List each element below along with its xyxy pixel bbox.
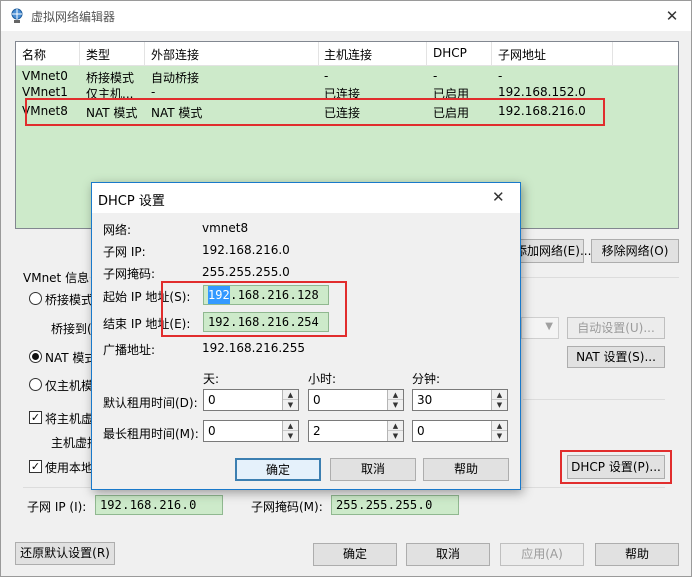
default-lease-label: 默认租用时间(D): [103,396,198,410]
chevron-down-icon: ▼ [545,321,553,332]
col-external[interactable]: 外部连接 [151,46,199,63]
max-lease-days-spinner[interactable]: 0 ▲ ▼ [203,420,299,442]
network-app-icon [11,8,23,23]
subnet-mask-label: 子网掩码(M): [251,500,323,514]
max-lease-label: 最长租用时间(M): [103,427,199,441]
default-lease-days-spinner[interactable]: 0 ▲ ▼ [203,389,299,411]
bridge-mode-label[interactable]: 桥接模式 [45,291,93,308]
remove-network-button[interactable]: 移除网络(O) [591,239,679,263]
chevron-down-icon[interactable]: ▼ [492,400,507,410]
chevron-down-icon[interactable]: ▼ [283,431,298,441]
chevron-down-icon[interactable]: ▼ [388,431,403,441]
max-lease-hours-spinner[interactable]: 2 ▲ ▼ [308,420,404,442]
dhcp-settings-dialog: DHCP 设置 ✕ 网络: vmnet8 子网 IP: 192.168.216.… [91,182,521,490]
row-subnet: 192.168.152.0 [498,85,586,99]
max-lease-minutes-spinner[interactable]: 0 ▲ ▼ [412,420,508,442]
main-cancel-button[interactable]: 取消 [406,543,490,566]
use-local-dhcp-checkbox[interactable]: ✓ [29,460,42,473]
window-title: 虚拟网络编辑器 [31,10,116,24]
subnet-ip-label: 子网 IP (I): [27,500,87,514]
row-name: VMnet0 [22,69,68,83]
ip-range-highlight-box [161,281,347,337]
connect-host-adapter-checkbox[interactable]: ✓ [29,411,42,424]
dhcp-subnet-ip-label: 子网 IP: [103,245,146,259]
network-list-header: 名称 类型 外部连接 主机连接 DHCP 子网地址 [16,42,678,66]
host-only-radio[interactable] [29,378,42,391]
days-header: 天: [203,372,220,386]
nat-mode-label[interactable]: NAT 模式 [45,349,96,366]
use-local-dhcp-label[interactable]: 使用本地 [45,459,93,476]
minutes-header: 分钟: [412,372,441,386]
chevron-down-icon[interactable]: ▼ [492,431,507,441]
dhcp-subnet-mask-label: 子网掩码: [103,267,156,281]
connect-host-adapter-label[interactable]: 将主机虚 [45,410,93,427]
row-name: VMnet1 [22,85,68,99]
chevron-up-icon[interactable]: ▲ [388,390,403,400]
default-lease-minutes-spinner[interactable]: 30 ▲ ▼ [412,389,508,411]
default-lease-hours-spinner[interactable]: 0 ▲ ▼ [308,389,404,411]
dhcp-subnet-mask-value: 255.255.255.0 [202,265,290,279]
vmnet-info-label: VMnet 信息 [23,271,90,285]
col-host-connection[interactable]: 主机连接 [324,46,372,63]
broadcast-value: 192.168.216.255 [202,341,306,355]
vmnet8-highlight-box [25,98,605,126]
chevron-up-icon[interactable]: ▲ [283,390,298,400]
chevron-down-icon[interactable]: ▼ [283,400,298,410]
dhcp-subnet-ip-value: 192.168.216.0 [202,243,290,257]
close-icon[interactable]: ✕ [663,7,681,25]
auto-settings-button[interactable]: 自动设置(U)... [567,317,665,339]
row-external: - [151,85,156,99]
col-type[interactable]: 类型 [86,46,110,63]
subnet-mask-input[interactable]: 255.255.255.0 [331,495,459,515]
subnet-ip-input[interactable]: 192.168.216.0 [95,495,223,515]
dhcp-dialog-title-bar: DHCP 设置 ✕ [92,183,520,213]
nat-mode-radio[interactable] [29,350,42,363]
main-help-button[interactable]: 帮助 [595,543,679,566]
col-name[interactable]: 名称 [22,46,46,63]
chevron-up-icon[interactable]: ▲ [283,421,298,431]
dhcp-settings-highlight-box [560,450,672,484]
close-icon[interactable]: ✕ [492,188,505,206]
broadcast-label: 广播地址: [103,343,156,357]
apply-button[interactable]: 应用(A) [500,543,584,566]
main-ok-button[interactable]: 确定 [313,543,397,566]
chevron-up-icon[interactable]: ▲ [492,390,507,400]
dhcp-help-button[interactable]: 帮助 [423,458,509,481]
host-only-label[interactable]: 仅主机模 [45,377,93,394]
row-subnet: - [498,69,503,83]
restore-defaults-button[interactable]: 还原默认设置(R) [15,542,115,565]
col-dhcp[interactable]: DHCP [433,46,467,60]
chevron-up-icon[interactable]: ▲ [492,421,507,431]
title-bar: 虚拟网络编辑器 ✕ [1,1,691,31]
dhcp-cancel-button[interactable]: 取消 [330,458,416,481]
hours-header: 小时: [308,372,337,386]
row-type: 桥接模式 [86,71,135,85]
chevron-down-icon[interactable]: ▼ [388,400,403,410]
dhcp-dialog-title: DHCP 设置 [98,194,165,209]
dhcp-ok-button[interactable]: 确定 [235,458,321,481]
network-label: 网络: [103,223,132,237]
nat-settings-button[interactable]: NAT 设置(S)... [567,346,665,368]
row-external: 自动桥接 [151,71,200,85]
bridge-mode-radio[interactable] [29,292,42,305]
chevron-up-icon[interactable]: ▲ [388,421,403,431]
row-host-connection: - [324,69,329,83]
network-value: vmnet8 [202,221,249,235]
col-subnet[interactable]: 子网地址 [498,46,546,63]
row-dhcp: - [433,69,438,83]
add-network-button[interactable]: 添加网络(E)... [514,239,591,263]
bridge-to-dropdown[interactable]: ▼ [521,317,559,339]
